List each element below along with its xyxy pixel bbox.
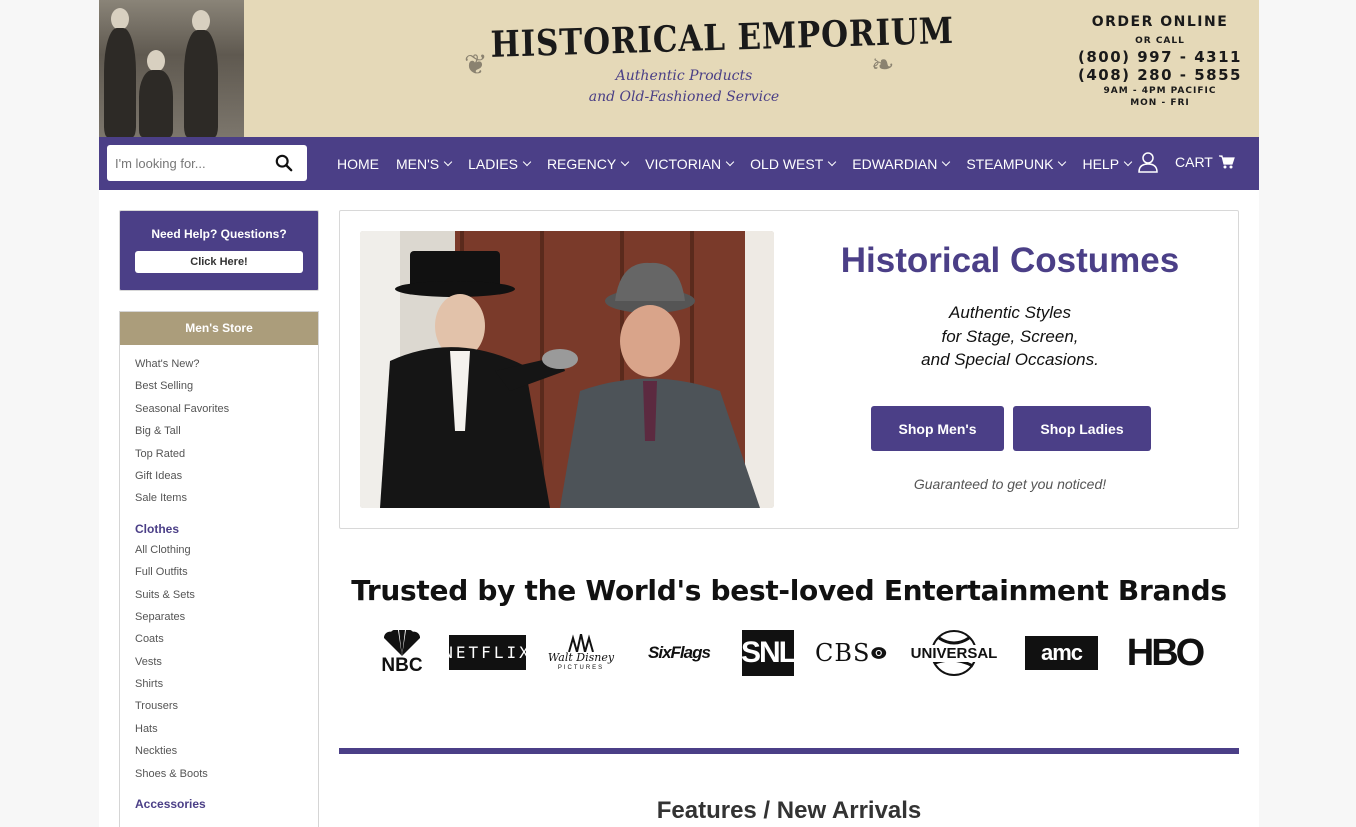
list-item[interactable]: Seasonal Favorites (135, 398, 318, 420)
list-item[interactable]: What's New? (135, 353, 318, 375)
flourish-right-icon: ❧ (871, 49, 895, 80)
disney-logo: Walt Disney PICTURES (545, 628, 617, 678)
store-title: Men's Store (120, 312, 318, 345)
snl-logo: SNL (741, 630, 797, 676)
account-icon[interactable] (1137, 151, 1159, 173)
vintage-photo (99, 0, 244, 137)
chevron-down-icon (942, 157, 951, 166)
chevron-down-icon (443, 157, 453, 166)
nav-item-old-west[interactable]: OLD WEST (750, 156, 837, 172)
hero-tagline-3: and Special Occasions. (921, 350, 1099, 369)
nav-item-mens[interactable]: MEN'S (396, 156, 453, 172)
list-item[interactable]: Neckties (135, 740, 318, 762)
accessories-heading[interactable]: Accessories (135, 797, 318, 811)
list-item[interactable]: Best Selling (135, 375, 318, 397)
hero-tagline: Authentic Styles for Stage, Screen, and … (780, 301, 1240, 372)
search-icon[interactable] (275, 154, 293, 172)
contact-info: ORDER ONLINE OR CALL (800) 997 - 4311 (4… (1074, 14, 1246, 108)
nav-item-home[interactable]: HOME (337, 156, 379, 172)
section-divider (339, 748, 1239, 754)
list-item[interactable]: All Clothing (135, 539, 318, 561)
cart-link[interactable]: CART (1175, 154, 1235, 170)
chevron-down-icon (828, 157, 837, 166)
hero-banner: Historical Costumes Authentic Styles for… (339, 210, 1239, 529)
cart-icon (1218, 155, 1235, 169)
nav-item-ladies[interactable]: LADIES (468, 156, 532, 172)
brand-logos: NBC NETFLIX Walt Disney PICTURES SixFlag… (339, 626, 1239, 680)
nbc-logo: NBC (376, 626, 428, 680)
store-top-links: What's New? Best Selling Seasonal Favori… (120, 353, 318, 510)
site-logo[interactable]: HISTORICAL EMPORIUM Authentic Products a… (459, 10, 954, 108)
mens-store-menu: Men's Store What's New? Best Selling Sea… (119, 311, 319, 827)
search-input[interactable] (115, 153, 265, 173)
hours-1: 9AM - 4PM PACIFIC (1103, 86, 1217, 96)
chevron-down-icon (1058, 157, 1067, 166)
universal-logo: UNIVERSAL (909, 628, 999, 678)
main-nav: HOME MEN'S LADIES REGENCY VICTORIAN OLD … (99, 137, 1259, 190)
nav-menu: HOME MEN'S LADIES REGENCY VICTORIAN OLD … (337, 137, 1148, 190)
nav-item-regency[interactable]: REGENCY (547, 156, 630, 172)
list-item[interactable]: Big & Tall (135, 420, 318, 442)
page: ❦ HISTORICAL EMPORIUM Authentic Products… (99, 0, 1259, 827)
cbs-logo: CBS (815, 637, 887, 669)
hours-2: MON - FRI (1130, 98, 1190, 108)
hero-image[interactable] (360, 231, 774, 508)
hbo-logo: HBO (1126, 631, 1205, 674)
search-box (107, 145, 307, 181)
list-item[interactable]: Suits & Sets (135, 584, 318, 606)
netflix-logo: NETFLIX (443, 635, 529, 670)
shop-ladies-button[interactable]: Shop Ladies (1013, 406, 1151, 451)
list-item[interactable]: Full Outfits (135, 561, 318, 583)
list-item[interactable]: Shoes & Boots (135, 763, 318, 785)
hero-tagline-2: for Stage, Screen, (941, 326, 1079, 346)
nav-item-edwardian[interactable]: EDWARDIAN (852, 156, 951, 172)
shop-mens-button[interactable]: Shop Men's (871, 406, 1004, 451)
help-box: Need Help? Questions? Click Here! (119, 210, 319, 291)
phone-1[interactable]: (800) 997 - 4311 (1074, 48, 1246, 66)
chevron-down-icon (725, 157, 735, 166)
amc-logo: amc (1025, 636, 1098, 670)
chevron-down-icon (620, 157, 630, 166)
features-title: Features / New Arrivals (656, 797, 922, 824)
list-item[interactable]: Shirts (135, 673, 318, 695)
list-item[interactable]: Trousers (135, 695, 318, 717)
trusted-title: Trusted by the World's best-loved Entert… (351, 574, 1227, 607)
clothes-links: All Clothing Full Outfits Suits & Sets S… (120, 539, 318, 785)
site-header: ❦ HISTORICAL EMPORIUM Authentic Products… (99, 0, 1259, 137)
order-online: ORDER ONLINE (1091, 14, 1229, 30)
nav-item-victorian[interactable]: VICTORIAN (645, 156, 735, 172)
list-item[interactable]: Top Rated (135, 443, 318, 465)
help-title: Need Help? Questions? (151, 227, 287, 241)
hero-note: Guaranteed to get you noticed! (913, 476, 1107, 492)
six-flags-logo: SixFlags (648, 643, 711, 662)
or-call: OR CALL (1135, 36, 1185, 46)
list-item[interactable]: Sale Items (135, 487, 318, 509)
list-item[interactable]: Coats (135, 628, 318, 650)
help-button[interactable]: Click Here! (135, 251, 303, 273)
hero-title: Historical Costumes (840, 241, 1180, 280)
nav-item-help[interactable]: HELP (1082, 156, 1133, 172)
clothes-heading[interactable]: Clothes (135, 522, 318, 536)
chevron-down-icon (522, 157, 532, 166)
hero-tagline-1: Authentic Styles (949, 303, 1071, 322)
logo-subtitle-1: Authentic Products (615, 68, 753, 84)
logo-title: HISTORICAL EMPORIUM (490, 9, 955, 66)
cart-label: CART (1175, 154, 1213, 170)
list-item[interactable]: Gift Ideas (135, 465, 318, 487)
nav-item-steampunk[interactable]: STEAMPUNK (966, 156, 1067, 172)
logo-subtitle-2: and Old-Fashioned Service (588, 89, 780, 105)
phone-2[interactable]: (408) 280 - 5855 (1074, 66, 1246, 84)
list-item[interactable]: Separates (135, 606, 318, 628)
list-item[interactable]: Vests (135, 651, 318, 673)
chevron-down-icon (1123, 157, 1133, 166)
list-item[interactable]: Hats (135, 718, 318, 740)
